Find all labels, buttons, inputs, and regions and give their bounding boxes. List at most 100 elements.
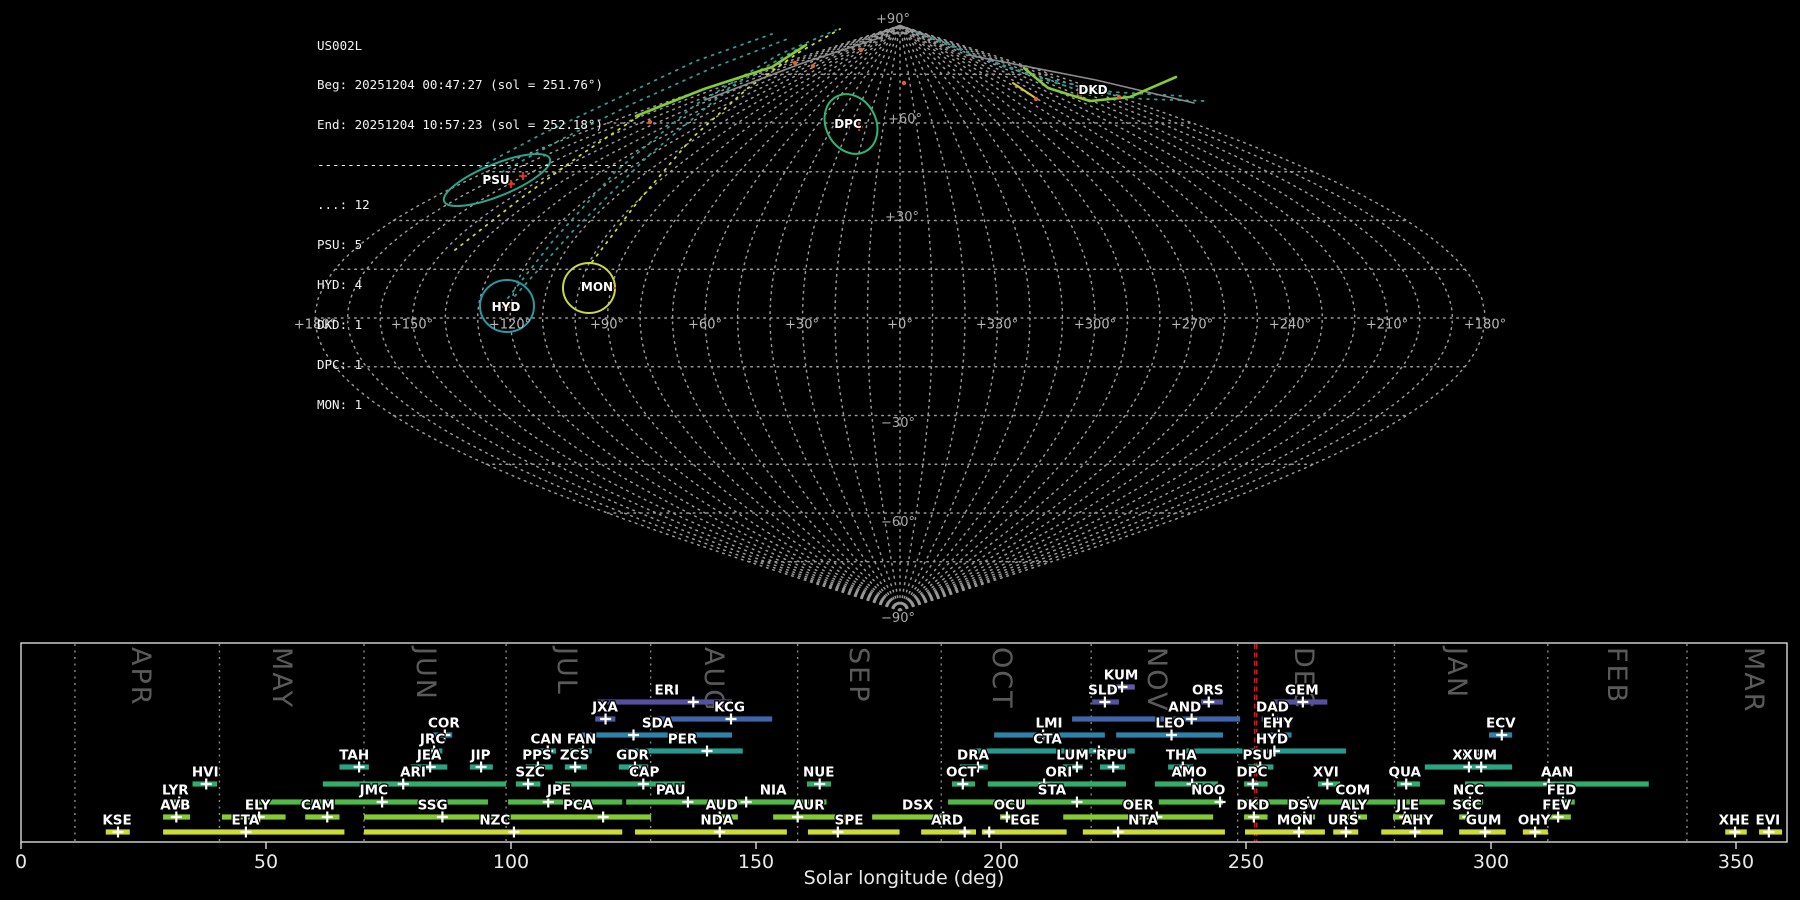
shower-label-cor: COR [428,716,460,732]
shower-label-fev: FEV [1542,798,1571,814]
meteor-plot-window: PSU HYD MON DPC DKD +180° +150° +120° +90° +60° +3… [0,0,1800,900]
shower-label-qua: QUA [1389,765,1422,781]
month-label-jan: JAN [1441,645,1472,699]
shower-label-fed: FED [1547,783,1577,799]
shower-label-psu: PSU [1242,748,1273,764]
shower-label-dpc: DPC [1236,765,1267,781]
shower-bar-nta [1082,829,1225,835]
lon-axis-label: +330° [976,318,1018,333]
month-label-feb: FEB [1601,647,1632,704]
shower-peak-marker [983,826,995,838]
count-hyd: HYD: 4 [317,276,363,292]
x-tick-label: 250 [1228,851,1264,873]
shower-label-kum: KUM [1104,668,1139,684]
track-end-dot [901,80,907,86]
shower-label-tha: THA [1166,748,1198,764]
shower-label-ely: ELY [245,798,271,814]
shower-label-dra: DRA [957,748,990,764]
track-end-dot [1033,96,1039,102]
lon-axis-label: +30° [785,318,819,333]
shower-label-nzc: NZC [479,813,510,829]
shower-label-cta: CTA [1033,732,1062,748]
shower-label-jxa: JXA [591,700,618,716]
shower-label-xhe: XHE [1719,813,1750,829]
month-label-jun: JUN [410,645,441,701]
shower-label-noo: NOO [1191,783,1225,799]
shower-label-aly: ALY [1340,798,1367,814]
radiant-label-dpc: DPC [834,117,862,131]
shower-label-nda: NDA [700,813,734,829]
x-tick-label: 0 [15,851,27,873]
shower-label-ori: ORI [1045,765,1072,781]
shower-label-xum: XUM [1462,748,1497,764]
shower-label-eri: ERI [654,683,679,699]
shower-label-kse: KSE [102,813,131,829]
track-end-dot [792,60,798,66]
shower-label-cap: CAP [629,765,659,781]
shower-label-gdr: GDR [616,748,649,764]
x-tick-label: 300 [1473,851,1509,873]
month-label-mar: MAR [1738,647,1769,714]
lat-axis-label: +90° [876,12,910,27]
count-sporadic: ...: 12 [317,197,370,213]
shower-bar-ari [322,781,507,787]
shower-label-tah: TAH [339,748,369,764]
shower-bar-eta [163,829,345,835]
x-tick-label: 150 [738,851,774,873]
lat-axis-label: −30° [881,416,915,431]
shower-bar-pca [508,814,652,820]
shower-label-lyr: LYR [162,783,189,799]
shower-label-scc: SCC [1452,798,1482,814]
shower-peak-marker [1071,796,1083,808]
shower-label-com: COM [1335,783,1370,799]
shower-peak-marker [597,811,609,823]
shower-bar-nda [634,829,787,835]
shower-peak-marker [628,729,639,741]
shower-label-pau: PAU [656,783,686,799]
shower-label-jip: JIP [470,748,491,764]
lon-axis-label: +270° [1171,318,1213,333]
shower-label-jmc: JMC [359,783,388,799]
shower-label-hyd: HYD [1256,732,1288,748]
shower-label-lmi: LMI [1035,716,1062,732]
shower-label-aur: AUR [793,798,825,814]
shower-peak-marker [687,696,699,708]
shower-label-sda: SDA [642,716,674,732]
shower-label-ahy: AHY [1402,813,1434,829]
shower-bar-sda [578,732,732,738]
shower-label-sld: SLD [1088,683,1118,699]
shower-bar-jmc [258,799,488,805]
shower-label-amo: AMO [1171,765,1206,781]
shower-label-kcg: KCG [714,700,745,716]
info-panel: US002L Beg: 20251204 00:47:27 (sol = 251… [317,12,633,438]
month-label-sep: SEP [843,647,874,703]
month-label-apr: APR [125,647,156,707]
track-end-dot [810,63,816,69]
shower-label-jpe: JPE [546,783,571,799]
lon-axis-label: +0° [887,318,913,333]
x-axis-title: Solar longitude (deg) [804,867,1005,889]
shower-label-lum: LUM [1056,748,1089,764]
shower-bar-mon [1245,829,1325,835]
lat-axis-label: −90° [881,611,915,626]
shower-label-ohy: OHY [1518,813,1551,829]
x-tick-label: 100 [493,851,529,873]
shower-label-leo: LEO [1155,716,1184,732]
shower-label-szc: SZC [515,765,545,781]
legend-separator: ----------------------------------------… [317,157,634,173]
shower-label-mon: MON [1277,813,1313,829]
x-tick-label: 350 [1718,851,1754,873]
shower-label-spe: SPE [835,813,864,829]
meteor-track [915,31,1183,97]
lat-axis-label: +60° [888,112,922,127]
month-label-nov: NOV [1141,647,1172,712]
shower-label-urs: URS [1327,813,1358,829]
shower-label-jrc: JRC [419,732,445,748]
end-time: End: 20251204 10:57:23 (sol = 252.18°) [317,117,603,133]
shower-label-ocu: OCU [994,798,1026,814]
count-dpc: DPC: 1 [317,356,363,372]
shower-label-dsv: DSV [1288,798,1320,814]
shower-label-per: PER [668,732,698,748]
shower-peak-marker [740,796,752,808]
shower-label-dad: DAD [1256,700,1289,716]
